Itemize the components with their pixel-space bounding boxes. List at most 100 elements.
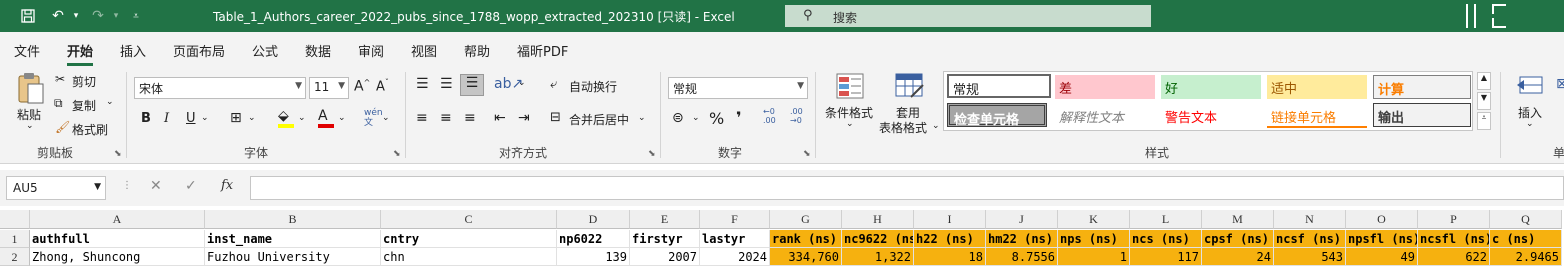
accounting-format-icon[interactable]: ⊜: [672, 110, 684, 126]
tab-view[interactable]: 视图: [411, 41, 437, 60]
align-bottom-icon[interactable]: ☰: [460, 74, 484, 96]
wrap-text-button[interactable]: 自动换行: [569, 78, 617, 95]
header-cell[interactable]: nc9622 (ns): [842, 230, 914, 248]
header-cell[interactable]: nps (ns): [1058, 230, 1130, 248]
style-neutral[interactable]: 适中: [1267, 75, 1367, 99]
format-painter-icon[interactable]: 🖌: [55, 120, 70, 134]
data-cell[interactable]: 622: [1418, 248, 1490, 266]
column-header[interactable]: D: [557, 210, 630, 229]
gallery-scroll-down-icon[interactable]: ▼: [1477, 92, 1491, 110]
column-header[interactable]: N: [1274, 210, 1346, 229]
tab-formulas[interactable]: 公式: [252, 41, 278, 60]
header-cell[interactable]: h22 (ns): [914, 230, 986, 248]
font-name-combo[interactable]: 宋体 ▼: [134, 77, 306, 99]
format-as-table-icon[interactable]: [895, 73, 925, 99]
paste-dropdown-icon[interactable]: ⌄: [26, 121, 34, 131]
header-cell[interactable]: ncs (ns): [1130, 230, 1202, 248]
row-header[interactable]: 1: [0, 230, 30, 248]
data-cell[interactable]: 543: [1274, 248, 1346, 266]
font-color-icon[interactable]: A: [318, 108, 334, 128]
data-cell[interactable]: 2.9465: [1490, 248, 1562, 266]
header-cell[interactable]: ncsf (ns): [1274, 230, 1346, 248]
decrease-indent-icon[interactable]: ⇤: [494, 110, 506, 126]
tab-insert[interactable]: 插入: [120, 41, 146, 60]
data-cell[interactable]: 18: [914, 248, 986, 266]
increase-font-size-icon[interactable]: A^: [354, 78, 370, 95]
style-check-cell[interactable]: 检查单元格: [947, 103, 1047, 128]
formula-input[interactable]: [250, 176, 1564, 200]
data-cell[interactable]: 117: [1130, 248, 1202, 266]
insert-cells-icon[interactable]: [1516, 74, 1546, 96]
column-header[interactable]: B: [205, 210, 381, 229]
tab-page-layout[interactable]: 页面布局: [173, 41, 225, 60]
underline-icon[interactable]: U: [186, 111, 196, 126]
save-icon[interactable]: [18, 7, 38, 25]
align-middle-icon[interactable]: ☰: [440, 76, 453, 92]
merge-center-button[interactable]: 合并后居中: [569, 111, 629, 128]
column-header[interactable]: K: [1058, 210, 1130, 229]
header-cell[interactable]: np6022: [557, 230, 630, 248]
data-cell[interactable]: 8.7556: [986, 248, 1058, 266]
column-header[interactable]: A: [30, 210, 205, 229]
style-linked-cell[interactable]: 链接单元格: [1267, 104, 1367, 128]
tab-file[interactable]: 文件: [14, 41, 40, 60]
confirm-icon[interactable]: ✓: [185, 178, 197, 194]
data-cell[interactable]: 1: [1058, 248, 1130, 266]
phonetic-dropdown-icon[interactable]: ⌄: [382, 113, 390, 123]
style-normal[interactable]: 常规: [947, 74, 1051, 98]
undo-dropdown-icon[interactable]: ▾: [66, 7, 86, 25]
column-header[interactable]: F: [700, 210, 770, 229]
cut-icon[interactable]: ✂: [55, 72, 65, 86]
conditional-dropdown-icon[interactable]: ⌄: [846, 119, 854, 129]
header-cell[interactable]: ncsfl (ns): [1418, 230, 1490, 248]
name-box[interactable]: AU5 ▼: [6, 176, 106, 200]
number-format-combo[interactable]: 常规 ▼: [668, 77, 808, 99]
header-cell[interactable]: inst_name: [205, 230, 381, 248]
customize-toolbar-icon[interactable]: ⩡: [126, 7, 146, 25]
style-explanatory[interactable]: 解释性文本: [1055, 104, 1155, 128]
redo-dropdown-icon[interactable]: ▾: [106, 7, 126, 25]
column-header[interactable]: O: [1346, 210, 1418, 229]
style-warning[interactable]: 警告文本: [1161, 104, 1261, 128]
clipboard-launcher-icon[interactable]: ⬊: [114, 149, 122, 159]
format-as-table-label-2[interactable]: 表格格式: [879, 119, 927, 136]
data-cell[interactable]: 2007: [630, 248, 700, 266]
format-painter-button[interactable]: 格式刷: [72, 121, 108, 138]
redo-icon[interactable]: ↷: [88, 7, 108, 25]
data-cell[interactable]: chn: [381, 248, 557, 266]
column-header[interactable]: G: [770, 210, 842, 229]
alignment-launcher-icon[interactable]: ⬊: [648, 149, 656, 159]
style-output[interactable]: 输出: [1373, 103, 1471, 127]
fill-color-icon[interactable]: ⬙: [278, 108, 294, 128]
merge-dropdown-icon[interactable]: ⌄: [638, 113, 646, 123]
header-cell[interactable]: c (ns): [1490, 230, 1562, 248]
paste-icon[interactable]: [16, 72, 46, 106]
delete-cells-icon[interactable]: ⊠: [1556, 76, 1564, 92]
orientation-dropdown-icon[interactable]: ⌄: [518, 78, 526, 88]
select-all-corner[interactable]: [0, 210, 30, 229]
gallery-more-icon[interactable]: ⩡: [1477, 112, 1491, 130]
column-header[interactable]: P: [1418, 210, 1490, 229]
column-header[interactable]: C: [381, 210, 557, 229]
data-cell[interactable]: 139: [557, 248, 630, 266]
style-bad[interactable]: 差: [1055, 75, 1155, 99]
undo-icon[interactable]: ↶: [48, 7, 68, 25]
style-calculation[interactable]: 计算: [1373, 75, 1471, 99]
column-header[interactable]: M: [1202, 210, 1274, 229]
header-cell[interactable]: cntry: [381, 230, 557, 248]
font-color-dropdown-icon[interactable]: ⌄: [338, 113, 346, 123]
font-launcher-icon[interactable]: ⬊: [393, 149, 401, 159]
underline-dropdown-icon[interactable]: ⌄: [201, 113, 209, 123]
column-header[interactable]: E: [630, 210, 700, 229]
data-cell[interactable]: Fuzhou University: [205, 248, 381, 266]
column-header[interactable]: Q: [1490, 210, 1562, 229]
wrap-text-icon[interactable]: ⤶: [550, 77, 557, 92]
align-right-icon[interactable]: ≡: [464, 110, 476, 126]
merge-center-icon[interactable]: ⊟: [550, 110, 561, 125]
insert-function-icon[interactable]: fx: [221, 178, 233, 193]
column-header[interactable]: H: [842, 210, 914, 229]
comma-style-icon[interactable]: ❜: [736, 108, 742, 127]
row-header[interactable]: 2: [0, 248, 30, 266]
percent-icon[interactable]: %: [709, 109, 724, 128]
cancel-icon[interactable]: ✕: [150, 178, 162, 194]
